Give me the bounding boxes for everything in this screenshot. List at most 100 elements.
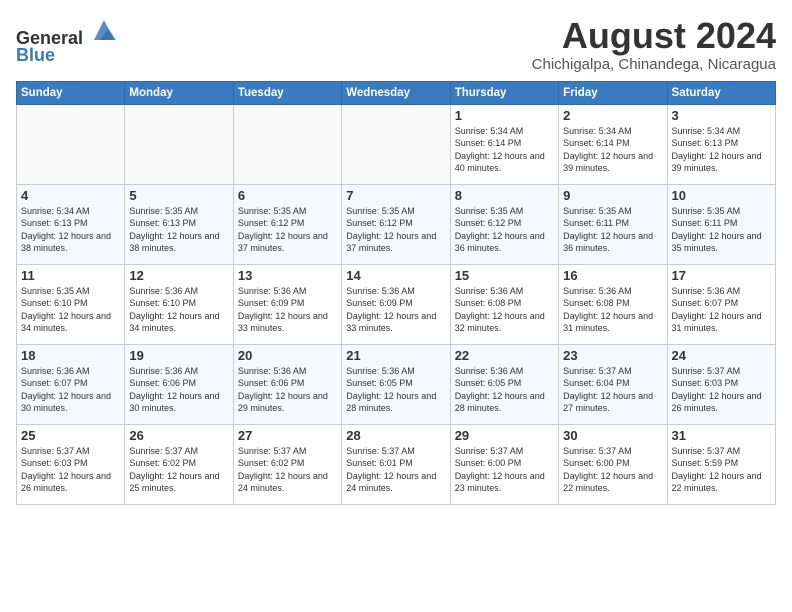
- day-number: 3: [672, 108, 771, 123]
- day-info: Sunrise: 5:35 AM Sunset: 6:11 PM Dayligh…: [672, 205, 771, 255]
- day-info: Sunrise: 5:37 AM Sunset: 6:04 PM Dayligh…: [563, 365, 662, 415]
- weekday-header-sunday: Sunday: [17, 81, 125, 104]
- day-info: Sunrise: 5:36 AM Sunset: 6:05 PM Dayligh…: [455, 365, 554, 415]
- calendar-cell: 17 Sunrise: 5:36 AM Sunset: 6:07 PM Dayli…: [667, 264, 775, 344]
- week-row-4: 18 Sunrise: 5:36 AM Sunset: 6:07 PM Dayli…: [17, 344, 776, 424]
- day-info: Sunrise: 5:37 AM Sunset: 6:02 PM Dayligh…: [238, 445, 337, 495]
- calendar-cell: 19 Sunrise: 5:36 AM Sunset: 6:06 PM Dayli…: [125, 344, 233, 424]
- calendar-cell: [233, 104, 341, 184]
- week-row-5: 25Sunrise: 5:37 AM Sunset: 6:03 PM Dayli…: [17, 424, 776, 504]
- calendar-cell: [342, 104, 450, 184]
- weekday-header-wednesday: Wednesday: [342, 81, 450, 104]
- calendar-cell: [125, 104, 233, 184]
- calendar-cell: 9 Sunrise: 5:35 AM Sunset: 6:11 PM Daylig…: [559, 184, 667, 264]
- day-number: 4: [21, 188, 120, 203]
- title-block: August 2024 Chichigalpa, Chinandega, Nic…: [532, 16, 776, 73]
- day-info: Sunrise: 5:36 AM Sunset: 6:09 PM Dayligh…: [238, 285, 337, 335]
- calendar-cell: 8 Sunrise: 5:35 AM Sunset: 6:12 PM Daylig…: [450, 184, 558, 264]
- calendar-cell: 6 Sunrise: 5:35 AM Sunset: 6:12 PM Daylig…: [233, 184, 341, 264]
- calendar-cell: 16 Sunrise: 5:36 AM Sunset: 6:08 PM Dayli…: [559, 264, 667, 344]
- day-number: 13: [238, 268, 337, 283]
- calendar-cell: 31 Sunrise: 5:37 AM Sunset: 5:59 PM Dayli…: [667, 424, 775, 504]
- calendar-cell: 22 Sunrise: 5:36 AM Sunset: 6:05 PM Dayli…: [450, 344, 558, 424]
- day-info: Sunrise: 5:34 AM Sunset: 6:13 PM Dayligh…: [21, 205, 120, 255]
- calendar-cell: 18 Sunrise: 5:36 AM Sunset: 6:07 PM Dayli…: [17, 344, 125, 424]
- day-info: Sunrise: 5:35 AM Sunset: 6:12 PM Dayligh…: [238, 205, 337, 255]
- day-number: 15: [455, 268, 554, 283]
- day-number: 9: [563, 188, 662, 203]
- day-number: 31: [672, 428, 771, 443]
- day-number: 16: [563, 268, 662, 283]
- weekday-header-saturday: Saturday: [667, 81, 775, 104]
- day-info: Sunrise: 5:35 AM Sunset: 6:10 PM Dayligh…: [21, 285, 120, 335]
- day-info: Sunrise: 5:37 AM Sunset: 6:03 PM Dayligh…: [672, 365, 771, 415]
- day-info: Sunrise: 5:35 AM Sunset: 6:12 PM Dayligh…: [455, 205, 554, 255]
- calendar-cell: 26Sunrise: 5:37 AM Sunset: 6:02 PM Dayli…: [125, 424, 233, 504]
- day-info: Sunrise: 5:34 AM Sunset: 6:14 PM Dayligh…: [563, 125, 662, 175]
- calendar-cell: 30 Sunrise: 5:37 AM Sunset: 6:00 PM Dayli…: [559, 424, 667, 504]
- day-number: 2: [563, 108, 662, 123]
- day-number: 8: [455, 188, 554, 203]
- calendar-cell: 3 Sunrise: 5:34 AM Sunset: 6:13 PM Daylig…: [667, 104, 775, 184]
- location: Chichigalpa, Chinandega, Nicaragua: [532, 56, 776, 73]
- day-info: Sunrise: 5:36 AM Sunset: 6:07 PM Dayligh…: [672, 285, 771, 335]
- logo-icon: [90, 16, 118, 44]
- day-info: Sunrise: 5:36 AM Sunset: 6:08 PM Dayligh…: [455, 285, 554, 335]
- day-number: 21: [346, 348, 445, 363]
- day-number: 17: [672, 268, 771, 283]
- day-info: Sunrise: 5:35 AM Sunset: 6:11 PM Dayligh…: [563, 205, 662, 255]
- page-header: General Blue August 2024 Chichigalpa, Ch…: [16, 16, 776, 73]
- calendar-cell: 29Sunrise: 5:37 AM Sunset: 6:00 PM Dayli…: [450, 424, 558, 504]
- day-number: 28: [346, 428, 445, 443]
- day-info: Sunrise: 5:37 AM Sunset: 6:00 PM Dayligh…: [563, 445, 662, 495]
- week-row-1: 1 Sunrise: 5:34 AM Sunset: 6:14 PM Daylig…: [17, 104, 776, 184]
- calendar-cell: 7 Sunrise: 5:35 AM Sunset: 6:12 PM Daylig…: [342, 184, 450, 264]
- week-row-3: 11 Sunrise: 5:35 AM Sunset: 6:10 PM Dayli…: [17, 264, 776, 344]
- day-info: Sunrise: 5:36 AM Sunset: 6:05 PM Dayligh…: [346, 365, 445, 415]
- day-info: Sunrise: 5:34 AM Sunset: 6:13 PM Dayligh…: [672, 125, 771, 175]
- day-number: 26: [129, 428, 228, 443]
- week-row-2: 4 Sunrise: 5:34 AM Sunset: 6:13 PM Daylig…: [17, 184, 776, 264]
- day-number: 24: [672, 348, 771, 363]
- day-number: 11: [21, 268, 120, 283]
- calendar-cell: 2 Sunrise: 5:34 AM Sunset: 6:14 PM Daylig…: [559, 104, 667, 184]
- day-number: 12: [129, 268, 228, 283]
- day-number: 20: [238, 348, 337, 363]
- day-info: Sunrise: 5:34 AM Sunset: 6:14 PM Dayligh…: [455, 125, 554, 175]
- day-number: 1: [455, 108, 554, 123]
- weekday-header-monday: Monday: [125, 81, 233, 104]
- day-number: 27: [238, 428, 337, 443]
- calendar-cell: 4 Sunrise: 5:34 AM Sunset: 6:13 PM Daylig…: [17, 184, 125, 264]
- calendar-table: SundayMondayTuesdayWednesdayThursdayFrid…: [16, 81, 776, 505]
- day-number: 14: [346, 268, 445, 283]
- day-info: Sunrise: 5:35 AM Sunset: 6:12 PM Dayligh…: [346, 205, 445, 255]
- day-info: Sunrise: 5:36 AM Sunset: 6:06 PM Dayligh…: [129, 365, 228, 415]
- weekday-header-thursday: Thursday: [450, 81, 558, 104]
- day-info: Sunrise: 5:37 AM Sunset: 6:00 PM Dayligh…: [455, 445, 554, 495]
- day-number: 22: [455, 348, 554, 363]
- calendar-cell: 10 Sunrise: 5:35 AM Sunset: 6:11 PM Dayli…: [667, 184, 775, 264]
- day-number: 18: [21, 348, 120, 363]
- calendar-cell: 28Sunrise: 5:37 AM Sunset: 6:01 PM Dayli…: [342, 424, 450, 504]
- day-info: Sunrise: 5:37 AM Sunset: 5:59 PM Dayligh…: [672, 445, 771, 495]
- day-number: 10: [672, 188, 771, 203]
- day-number: 19: [129, 348, 228, 363]
- day-info: Sunrise: 5:36 AM Sunset: 6:08 PM Dayligh…: [563, 285, 662, 335]
- month-title: August 2024: [532, 16, 776, 56]
- day-info: Sunrise: 5:36 AM Sunset: 6:09 PM Dayligh…: [346, 285, 445, 335]
- calendar-cell: 14 Sunrise: 5:36 AM Sunset: 6:09 PM Dayli…: [342, 264, 450, 344]
- calendar-cell: 24 Sunrise: 5:37 AM Sunset: 6:03 PM Dayli…: [667, 344, 775, 424]
- day-number: 30: [563, 428, 662, 443]
- day-info: Sunrise: 5:35 AM Sunset: 6:13 PM Dayligh…: [129, 205, 228, 255]
- calendar-cell: 11 Sunrise: 5:35 AM Sunset: 6:10 PM Dayli…: [17, 264, 125, 344]
- day-number: 7: [346, 188, 445, 203]
- calendar-cell: 23Sunrise: 5:37 AM Sunset: 6:04 PM Dayli…: [559, 344, 667, 424]
- calendar-cell: 27 Sunrise: 5:37 AM Sunset: 6:02 PM Dayli…: [233, 424, 341, 504]
- day-number: 6: [238, 188, 337, 203]
- day-info: Sunrise: 5:36 AM Sunset: 6:06 PM Dayligh…: [238, 365, 337, 415]
- day-info: Sunrise: 5:36 AM Sunset: 6:07 PM Dayligh…: [21, 365, 120, 415]
- weekday-header-tuesday: Tuesday: [233, 81, 341, 104]
- calendar-cell: 12Sunrise: 5:36 AM Sunset: 6:10 PM Dayli…: [125, 264, 233, 344]
- calendar-cell: 5Sunrise: 5:35 AM Sunset: 6:13 PM Daylig…: [125, 184, 233, 264]
- logo-text: General: [16, 16, 118, 49]
